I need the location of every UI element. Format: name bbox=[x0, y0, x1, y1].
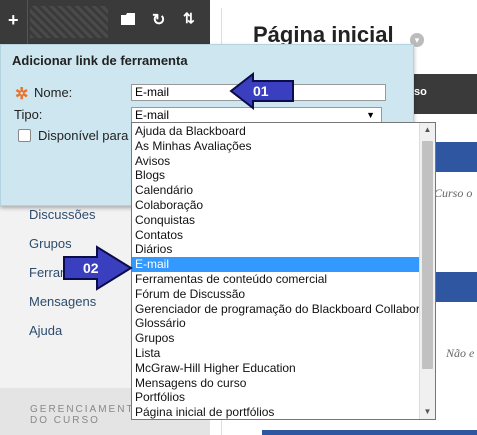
menu-section-heading: GERENCIAMENTO DO CURSO bbox=[30, 404, 145, 426]
dropdown-option[interactable]: Página inicial de portfólios bbox=[132, 405, 422, 419]
scrollbar-thumb[interactable] bbox=[422, 141, 433, 369]
refresh-icon[interactable]: ↻ bbox=[152, 10, 165, 30]
menu-item-mensagens[interactable]: Mensagens bbox=[29, 294, 96, 309]
dropdown-option[interactable]: Colaboração bbox=[132, 198, 422, 213]
type-select-value: E-mail bbox=[135, 108, 170, 122]
folder-icon[interactable] bbox=[121, 12, 135, 29]
required-asterisk-icon: ✲ bbox=[15, 86, 29, 103]
chevron-down-icon: ▼ bbox=[366, 110, 375, 120]
scroll-down-icon[interactable]: ▼ bbox=[420, 405, 435, 419]
type-dropdown-list[interactable]: Ajuda da Blackboard As Minhas Avaliações A… bbox=[131, 122, 436, 420]
callout-label-01: 01 bbox=[253, 83, 269, 99]
dropdown-option[interactable]: Calendário bbox=[132, 183, 422, 198]
course-menu-toolbar: + ↻ ⇅ bbox=[0, 0, 210, 44]
dropdown-option[interactable]: As Minhas Avaliações bbox=[132, 139, 422, 154]
dropdown-option[interactable]: McGraw-Hill Higher Education bbox=[132, 361, 422, 376]
name-label: Nome: bbox=[34, 85, 73, 100]
dropdown-option[interactable]: Lista bbox=[132, 346, 422, 361]
callout-arrow-01: 01 bbox=[229, 71, 295, 115]
dropdown-option[interactable]: Conquistas bbox=[132, 213, 422, 228]
toolbar-divider bbox=[27, 0, 28, 44]
dialog-title: Adicionar link de ferramenta bbox=[12, 53, 188, 68]
dropdown-option[interactable]: Portfólios bbox=[132, 390, 422, 405]
callout-arrow-02: 02 bbox=[63, 245, 133, 296]
menu-item-discussoes[interactable]: Discussões bbox=[29, 207, 95, 222]
module-text-2: Não e bbox=[446, 346, 475, 360]
toolbar-placeholder bbox=[30, 6, 108, 38]
dropdown-option[interactable]: Glossário bbox=[132, 316, 422, 331]
dropdown-option[interactable]: E-mail bbox=[132, 257, 422, 273]
dropdown-option[interactable]: Mensagens do curso bbox=[132, 376, 422, 391]
available-label: Disponível para bbox=[38, 128, 129, 143]
header-tab-bar[interactable]: so bbox=[412, 74, 477, 114]
dropdown-option[interactable]: Ferramentas de conteúdo comercial bbox=[132, 272, 422, 287]
callout-label-02: 02 bbox=[83, 260, 99, 276]
dropdown-option[interactable]: Blogs bbox=[132, 168, 422, 183]
type-label: Tipo: bbox=[14, 107, 43, 122]
header-tab-label: so bbox=[414, 86, 427, 98]
available-checkbox[interactable] bbox=[18, 129, 31, 142]
dropdown-option[interactable]: Fórum de Discussão bbox=[132, 287, 422, 302]
dropdown-option[interactable]: Grupos bbox=[132, 331, 422, 346]
module-header-2 bbox=[432, 272, 477, 302]
menu-item-ajuda[interactable]: Ajuda bbox=[29, 323, 62, 338]
module-header-1 bbox=[432, 142, 477, 172]
plus-icon[interactable]: + bbox=[8, 10, 19, 31]
sort-icon[interactable]: ⇅ bbox=[183, 10, 195, 27]
scroll-up-icon[interactable]: ▲ bbox=[420, 123, 435, 137]
dropdown-option[interactable]: Ajuda da Blackboard bbox=[132, 124, 422, 139]
module-text-1: Curso o bbox=[434, 186, 473, 200]
dropdown-option[interactable]: Avisos bbox=[132, 154, 422, 169]
dropdown-option[interactable]: Diários bbox=[132, 242, 422, 257]
dropdown-scrollbar[interactable]: ▲ ▼ bbox=[419, 123, 435, 419]
module-header-3 bbox=[262, 430, 477, 435]
dropdown-option[interactable]: Contatos bbox=[132, 228, 422, 243]
dropdown-option[interactable]: Gerenciador de programação do Blackboard… bbox=[132, 302, 422, 317]
